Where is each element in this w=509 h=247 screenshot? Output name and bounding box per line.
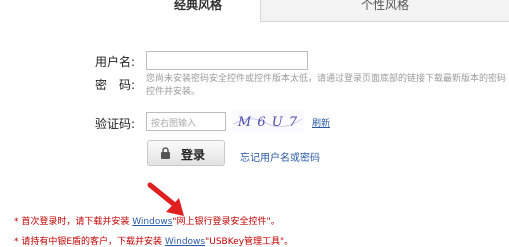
- captcha-label: 验证码:: [95, 117, 136, 131]
- forgot-credentials-link[interactable]: 忘记用户名或密码: [240, 149, 320, 164]
- windows-security-control-link[interactable]: Windows: [132, 217, 172, 227]
- notice-1-suffix: "网上银行登录安全控件"。: [172, 217, 280, 227]
- login-button-label: 登录: [181, 148, 206, 162]
- password-label: 密 码:: [95, 78, 136, 92]
- lock-icon: [161, 147, 170, 159]
- tab-personal-style[interactable]: 个性风格: [261, 0, 509, 22]
- notice-install-security-control: * 首次登录时，请下载并安装 Windows"网上银行登录安全控件"。: [14, 214, 280, 227]
- notice-1-prefix: * 首次登录时，请下载并安装: [14, 217, 133, 227]
- style-tabs: 经典风格 个性风格: [0, 0, 509, 22]
- tab-classic-style[interactable]: 经典风格: [136, 0, 261, 22]
- windows-usbkey-tool-link[interactable]: Windows: [165, 237, 205, 247]
- username-input[interactable]: [146, 51, 308, 70]
- captcha-image: M 6 U 7: [232, 110, 304, 132]
- red-arrow-icon: [147, 182, 184, 216]
- password-control-hint: 您尚未安装密码安全控件或控件版本太低，请通过登录页面底部的链接下载最新版本的密码…: [146, 74, 507, 97]
- notice-install-usbkey-tool: * 请持有中银E盾的客户，下载并安装 Windows"USBKey管理工具"。: [14, 234, 293, 247]
- username-label: 用户名:: [95, 55, 136, 69]
- refresh-captcha-link[interactable]: 刷新: [312, 116, 330, 129]
- notice-2-suffix: "USBKey管理工具"。: [205, 237, 294, 247]
- notice-2-prefix: * 请持有中银E盾的客户，下载并安装: [14, 237, 165, 247]
- captcha-text: M 6 U 7: [237, 115, 298, 130]
- captcha-input[interactable]: 按右图输入: [146, 112, 226, 131]
- login-button[interactable]: 登录: [147, 140, 225, 166]
